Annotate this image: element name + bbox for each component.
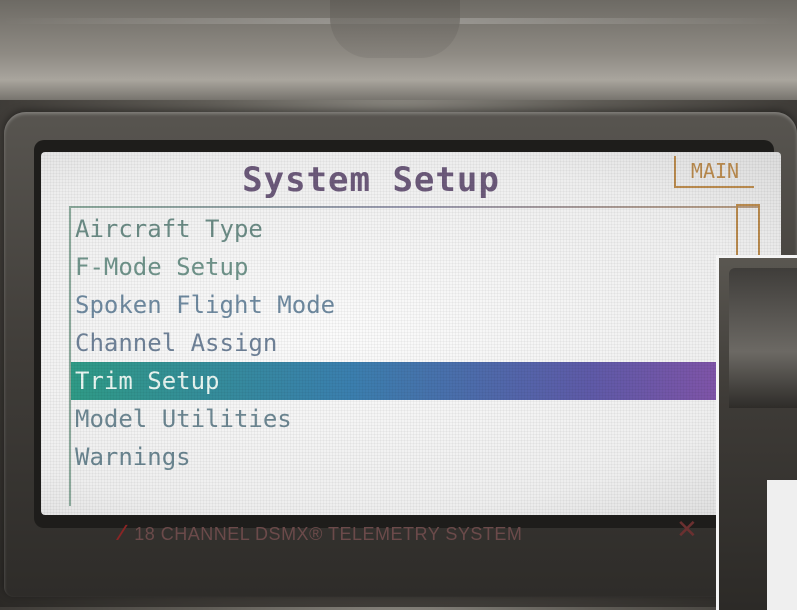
overlapping-photo xyxy=(716,255,797,610)
brand-strip: ∕ 18 CHANNEL DSMX® TELEMETRY SYSTEM xyxy=(120,517,640,549)
brand-text: 18 CHANNEL DSMX® TELEMETRY SYSTEM xyxy=(134,524,523,544)
transmitter-case-top xyxy=(0,0,797,100)
menu-frame-top xyxy=(69,206,759,208)
overlapping-photo-screen xyxy=(767,480,797,610)
spektrum-logo-icon: ∕ xyxy=(120,520,125,545)
menu-item-channel-assign[interactable]: Channel Assign xyxy=(71,324,761,362)
page-title: System Setup xyxy=(242,160,500,200)
menu-item-spoken-flight-mode[interactable]: Spoken Flight Mode xyxy=(71,286,761,324)
menu-item-model-utilities[interactable]: Model Utilities xyxy=(71,400,761,438)
overlapping-photo-case xyxy=(729,268,797,408)
menu-item-warnings[interactable]: Warnings xyxy=(71,438,761,476)
menu-item-trim-setup[interactable]: Trim Setup xyxy=(71,362,761,400)
system-setup-menu: Aircraft Type F-Mode Setup Spoken Flight… xyxy=(71,210,761,476)
menu-item-aircraft-type[interactable]: Aircraft Type xyxy=(71,210,761,248)
main-tab-button[interactable]: MAIN xyxy=(674,156,754,188)
menu-item-f-mode-setup[interactable]: F-Mode Setup xyxy=(71,248,761,286)
lcd-screen: System Setup MAIN Aircraft Type F-Mode S… xyxy=(41,152,781,515)
x-logo-icon: ✕ xyxy=(676,515,698,545)
